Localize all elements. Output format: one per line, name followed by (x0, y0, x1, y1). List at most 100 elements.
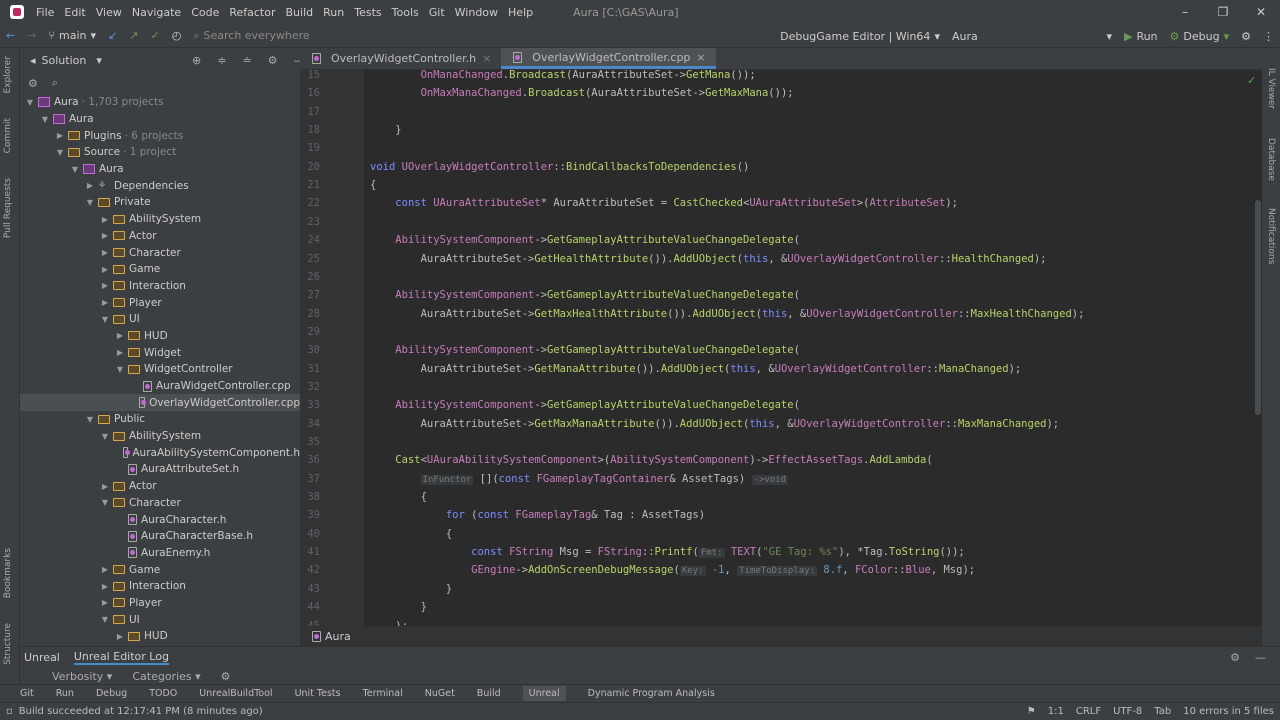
verbosity-dropdown[interactable]: Verbosity ▾ (52, 670, 112, 683)
chevron-icon[interactable]: ▶ (99, 215, 111, 224)
tree-item[interactable]: ▶ Plugins · 6 projects (20, 127, 300, 144)
file-encoding[interactable]: UTF-8 (1113, 706, 1142, 717)
tree-item[interactable]: ▶ Player (20, 595, 300, 612)
notification-icon[interactable]: ⚑ (1027, 706, 1036, 717)
search-icon[interactable]: ⌕ (52, 76, 58, 90)
chevron-icon[interactable]: ▶ (54, 131, 66, 140)
search-everywhere[interactable]: ⌕ Search everywhere (193, 29, 309, 43)
tree-item[interactable]: ▶ Interaction (20, 278, 300, 295)
pull-requests-tab[interactable]: Pull Requests (3, 178, 13, 238)
menu-item-tools[interactable]: Tools (392, 6, 419, 19)
menu-item-edit[interactable]: Edit (64, 6, 85, 19)
tree-item[interactable]: ▼ Public (20, 411, 300, 428)
tree-item[interactable]: ▶ Game (20, 561, 300, 578)
chevron-icon[interactable]: ▼ (99, 315, 111, 324)
menu-item-tests[interactable]: Tests (354, 6, 381, 19)
tree-item[interactable]: AuraCharacter.h (20, 511, 300, 528)
debug-button[interactable]: ⚙ Debug ▾ (1170, 30, 1230, 43)
chevron-icon[interactable]: ▶ (99, 598, 111, 607)
tree-item[interactable]: AuraEnemy.h (20, 545, 300, 562)
categories-dropdown[interactable]: Categories ▾ (132, 670, 200, 683)
chevron-icon[interactable]: ▼ (39, 115, 51, 124)
structure-tab[interactable]: Structure (3, 623, 13, 665)
chevron-icon[interactable]: ▶ (99, 298, 111, 307)
tree-item[interactable]: ▶ Actor (20, 478, 300, 495)
tree-item[interactable]: ▶ Actor (20, 228, 300, 245)
hide-panel-icon[interactable]: — (1255, 651, 1266, 664)
menu-item-refactor[interactable]: Refactor (229, 6, 275, 19)
menu-item-build[interactable]: Build (286, 6, 314, 19)
gear-icon[interactable]: ⚙ (268, 54, 278, 67)
tree-item[interactable]: ▶ Interaction (20, 578, 300, 595)
tab-overlay-widget-controller-h[interactable]: OverlayWidgetController.h × (300, 48, 501, 69)
breadcrumb-item[interactable]: Aura (325, 630, 351, 643)
menu-item-run[interactable]: Run (323, 6, 344, 19)
menu-item-git[interactable]: Git (429, 6, 445, 19)
tool-window-todo[interactable]: TODO (149, 688, 177, 699)
tree-item[interactable]: ▶ Game (20, 261, 300, 278)
tree-item[interactable]: ▶ HUD (20, 328, 300, 345)
project-selector[interactable]: Aura ▾ (952, 30, 1112, 43)
tool-window-run[interactable]: Run (56, 688, 74, 699)
tree-item[interactable]: ▶ ⚘ Dependencies (20, 177, 300, 194)
notifications-tab[interactable]: Notifications (1266, 208, 1276, 264)
config-selector[interactable]: DebugGame Editor | Win64 ▾ (780, 30, 940, 43)
gear-icon[interactable]: ⚙ (1230, 651, 1240, 664)
push-icon[interactable]: ↗ (129, 29, 138, 42)
tree-item[interactable]: AuraCharacterBase.h (20, 528, 300, 545)
menu-item-navigate[interactable]: Navigate (132, 6, 181, 19)
tree-item[interactable]: ▼ UI (20, 611, 300, 628)
branch-selector[interactable]: ⑂ main ▾ (48, 29, 96, 42)
tree-item[interactable]: ▼ Aura (20, 111, 300, 128)
tree-item[interactable]: OverlayWidgetController.cpp (20, 394, 300, 412)
settings-icon[interactable]: ⚙ (1241, 30, 1251, 43)
expand-all-icon[interactable]: ≑ (217, 54, 226, 67)
solution-title[interactable]: Solution (42, 54, 87, 67)
tree-item[interactable]: ▼ UI (20, 311, 300, 328)
tool-window-debug[interactable]: Debug (96, 688, 127, 699)
menu-item-file[interactable]: File (36, 6, 54, 19)
chevron-icon[interactable]: ▼ (24, 98, 36, 107)
tree-item[interactable]: AuraWidgetController.cpp (20, 378, 300, 395)
tree-item[interactable]: ▶ Widget (20, 344, 300, 361)
chevron-icon[interactable]: ▶ (99, 248, 111, 257)
indent-setting[interactable]: Tab (1154, 706, 1171, 717)
tree-item[interactable]: ▼ Private (20, 194, 300, 211)
tool-window-unrealbuildtool[interactable]: UnrealBuildTool (199, 688, 272, 699)
settings-icon[interactable]: ⚙ (221, 670, 231, 683)
menu-item-view[interactable]: View (96, 6, 122, 19)
inspection-ok-icon[interactable]: ✓ (1247, 74, 1256, 87)
chevron-icon[interactable]: ▶ (114, 632, 126, 641)
tool-window-dynamic-program-analysis[interactable]: Dynamic Program Analysis (588, 688, 715, 699)
line-endings[interactable]: CRLF (1076, 706, 1101, 717)
tab-unreal-editor-log[interactable]: Unreal Editor Log (73, 650, 169, 665)
commit-tab[interactable]: Commit (3, 118, 13, 153)
tree-item[interactable]: AuraAbilitySystemComponent.h (20, 444, 300, 461)
error-count[interactable]: 10 errors in 5 files (1183, 706, 1274, 717)
run-button[interactable]: ▶ Run (1124, 30, 1158, 43)
tool-window-unit-tests[interactable]: Unit Tests (295, 688, 341, 699)
tree-item[interactable]: ▶ Character (20, 244, 300, 261)
tree-item[interactable]: ▼ WidgetController (20, 361, 300, 378)
tree-item[interactable]: ▼ Aura · 1,703 projects (20, 94, 300, 111)
back-icon[interactable]: ← (6, 29, 15, 42)
tree-item[interactable]: ▼ Aura (20, 161, 300, 178)
scrollbar-thumb[interactable] (1255, 200, 1261, 415)
menu-item-code[interactable]: Code (191, 6, 219, 19)
menu-item-window[interactable]: Window (455, 6, 498, 19)
il-viewer-tab[interactable]: IL Viewer (1266, 68, 1276, 109)
tree-item[interactable]: ▶ AbilitySystem (20, 211, 300, 228)
code-editor[interactable]: OnManaChanged.Broadcast(AuraAttributeSet… (364, 70, 1254, 626)
menu-item-help[interactable]: Help (508, 6, 533, 19)
chevron-icon[interactable]: ▶ (99, 582, 111, 591)
chevron-icon[interactable]: ▶ (99, 482, 111, 491)
solution-tool-icon[interactable]: ⚙ (28, 77, 38, 90)
chevron-icon[interactable]: ▼ (99, 432, 111, 441)
chevron-down-icon[interactable]: ▾ (96, 54, 102, 67)
chevron-icon[interactable]: ▼ (69, 165, 81, 174)
chevron-icon[interactable]: ▼ (54, 148, 66, 157)
chevron-icon[interactable]: ▼ (114, 365, 126, 374)
chevron-icon[interactable]: ▼ (99, 498, 111, 507)
locate-icon[interactable]: ⊕ (192, 54, 201, 67)
bookmarks-tab[interactable]: Bookmarks (3, 548, 13, 598)
